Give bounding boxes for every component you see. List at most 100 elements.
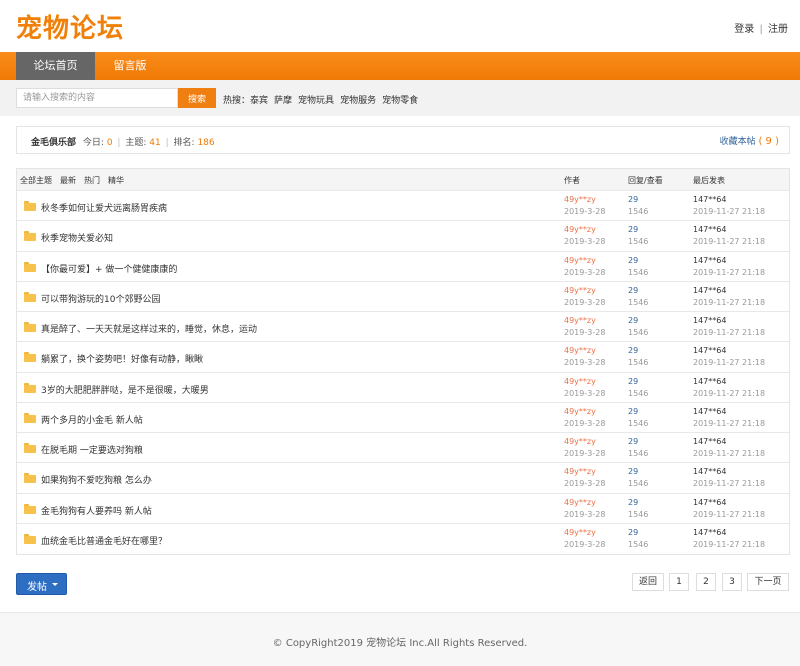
- col-last-post: 最后发表: [693, 176, 725, 185]
- last-post-user: 147**64: [693, 255, 727, 265]
- thread-date: 2019-3-28: [564, 388, 606, 398]
- last-post-user: 147**64: [693, 285, 727, 295]
- reply-count: 29: [628, 467, 639, 477]
- folder-icon: [24, 322, 36, 332]
- thread-author[interactable]: 49y**zy: [564, 225, 596, 234]
- thread-title[interactable]: 金毛狗狗有人要养吗 新人帖: [41, 504, 152, 517]
- filter-hot[interactable]: 热门: [84, 175, 100, 186]
- view-count: 1546: [628, 297, 649, 307]
- pager-page-2[interactable]: 2: [696, 573, 716, 591]
- thread-author[interactable]: 49y**zy: [564, 286, 596, 295]
- hot-search: 热搜：泰宾 萨摩 宠物玩具 宠物服务 宠物零食: [223, 93, 418, 106]
- table-row: 【你最可爱】+ 做一个健健康康的 49y**zy 2019-3-28 29 1546 14…: [17, 252, 789, 282]
- table-row: 秋季宠物关爱必知 49y**zy 2019-3-28 29 1546 147**64 201…: [17, 221, 789, 252]
- thread-author[interactable]: 49y**zy: [564, 437, 596, 446]
- thread-date: 2019-3-28: [564, 297, 606, 307]
- main-nav: 论坛首页 留言版: [0, 52, 800, 80]
- thread-date: 2019-3-28: [564, 449, 606, 458]
- thread-date: 2019-3-28: [564, 539, 606, 549]
- table-row: 真是醉了、一天天就是这样过来的，睡觉，休息，运动 49y**zy 2019-3-28…: [17, 312, 789, 343]
- thread-title[interactable]: 血统金毛比普通金毛好在哪里？: [41, 534, 167, 547]
- thread-author[interactable]: 49y**zy: [564, 195, 596, 204]
- favorite-label: 收藏本帖: [719, 137, 756, 147]
- hot-link-taibin[interactable]: 泰宾: [250, 96, 268, 106]
- folder-icon: [24, 473, 36, 484]
- hot-link-samoyed[interactable]: 萨摩: [274, 96, 292, 106]
- today-count: 0: [106, 138, 113, 148]
- thread-title[interactable]: 如果狗狗不爱吃狗粮 怎么办: [41, 473, 152, 486]
- register-link[interactable]: 注册: [768, 24, 788, 35]
- view-count: 1546: [628, 388, 649, 398]
- last-post-user: 147**64: [693, 437, 727, 446]
- thread-title[interactable]: 可以带狗游玩的10个郊野公园: [41, 292, 160, 305]
- thread-author[interactable]: 49y**zy: [564, 256, 596, 265]
- view-count: 1546: [628, 418, 649, 428]
- thread-table: 全部主题 最新 热门 精华 作者 回复/查看 最后发表 秋冬季如何让爱犬远离肠胃…: [16, 168, 790, 555]
- pager-back[interactable]: 返回: [632, 573, 664, 591]
- thread-title[interactable]: 3岁的大肥肥胖胖哒，是不是很暖，大暖男: [41, 383, 209, 396]
- thread-title[interactable]: 躺累了，换个姿势吧！好像有动静，瞅瞅: [41, 352, 203, 365]
- pager-page-3[interactable]: 3: [722, 573, 742, 591]
- reply-count: 29: [628, 255, 639, 265]
- rank-label: 排名:: [173, 138, 195, 148]
- folder-icon: [24, 382, 36, 393]
- thread-title[interactable]: 两个多月的小金毛 新人帖: [41, 413, 143, 426]
- folder-icon: [24, 443, 36, 453]
- folder-icon: [24, 201, 36, 211]
- reply-count: 29: [628, 316, 639, 325]
- table-row: 3岁的大肥肥胖胖哒，是不是很暖，大暖男 49y**zy 2019-3-28 29 154…: [17, 373, 789, 403]
- thread-title[interactable]: 在脱毛期 一定要选对狗粮: [41, 443, 143, 456]
- thread-date: 2019-3-28: [564, 358, 606, 368]
- search-button[interactable]: 搜索: [178, 88, 216, 108]
- last-post-time: 2019-11-27 21:18: [693, 267, 766, 277]
- hot-link-pet-services[interactable]: 宠物服务: [340, 96, 376, 106]
- last-post-time: 2019-11-27 21:18: [693, 449, 766, 458]
- last-post-time: 2019-11-27 21:18: [693, 297, 766, 307]
- thread-author[interactable]: 49y**zy: [564, 528, 596, 537]
- thread-title[interactable]: 秋季宠物关爱必知: [41, 231, 113, 244]
- table-row: 金毛狗狗有人要养吗 新人帖 49y**zy 2019-3-28 29 1546 147**…: [17, 494, 789, 524]
- nav-item-guestbook[interactable]: 留言版: [95, 52, 165, 80]
- thread-author[interactable]: 49y**zy: [564, 498, 596, 507]
- favorite-button[interactable]: 收藏本帖 ( 9 ): [720, 134, 779, 147]
- copyright: © CopyRight2019 宠物论坛 Inc.All Rights Rese…: [272, 638, 528, 649]
- login-link[interactable]: 登录: [734, 24, 754, 35]
- board-stats: 金毛俱乐部 今日: 0 | 主题: 41 | 排名: 186: [31, 135, 215, 148]
- filter-featured[interactable]: 精华: [108, 175, 124, 186]
- filter-all[interactable]: 全部主题: [20, 175, 52, 186]
- thread-list: 秋冬季如何让爱犬远离肠胃疾病 49y**zy 2019-3-28 29 1546 147*…: [17, 191, 789, 554]
- auth-links: 登录 | 注册: [734, 20, 788, 35]
- last-post-user: 147**64: [693, 497, 727, 507]
- reply-count: 29: [628, 376, 639, 386]
- favorite-count: ( 9 ): [758, 136, 779, 147]
- reply-count: 29: [628, 346, 639, 356]
- last-post-user: 147**64: [693, 467, 727, 477]
- thread-author[interactable]: 49y**zy: [564, 346, 596, 355]
- pager-page-1[interactable]: 1: [669, 573, 689, 591]
- thread-date: 2019-3-28: [564, 328, 606, 337]
- view-count: 1546: [628, 539, 649, 549]
- reply-count: 29: [628, 527, 639, 537]
- search-input[interactable]: [16, 88, 178, 108]
- col-author: 作者: [564, 176, 580, 185]
- thread-title[interactable]: 【你最可爱】+ 做一个健健康康的: [41, 262, 177, 275]
- hot-link-pet-snacks[interactable]: 宠物零食: [382, 96, 418, 106]
- filter-latest[interactable]: 最新: [60, 175, 76, 186]
- nav-item-forum-home[interactable]: 论坛首页: [16, 52, 95, 80]
- pager-next[interactable]: 下一页: [747, 573, 789, 591]
- reply-count: 29: [628, 285, 639, 295]
- thread-title[interactable]: 秋冬季如何让爱犬远离肠胃疾病: [41, 201, 167, 214]
- thread-author[interactable]: 49y**zy: [564, 377, 596, 386]
- thread-author[interactable]: 49y**zy: [564, 467, 596, 476]
- thread-author[interactable]: 49y**zy: [564, 316, 596, 325]
- thread-title[interactable]: 真是醉了、一天天就是这样过来的，睡觉，休息，运动: [41, 322, 257, 335]
- table-row: 可以带狗游玩的10个郊野公园 49y**zy 2019-3-28 29 1546 147*…: [17, 282, 789, 312]
- hot-link-pet-toys[interactable]: 宠物玩具: [298, 96, 334, 106]
- new-post-label: 发帖: [27, 582, 47, 593]
- new-post-button[interactable]: 发帖: [16, 573, 67, 595]
- last-post-time: 2019-11-27 21:18: [693, 509, 766, 519]
- thread-author[interactable]: 49y**zy: [564, 407, 596, 416]
- thread-date: 2019-3-28: [564, 418, 606, 428]
- reply-count: 29: [628, 437, 639, 446]
- site-logo[interactable]: 宠物论坛: [16, 8, 124, 45]
